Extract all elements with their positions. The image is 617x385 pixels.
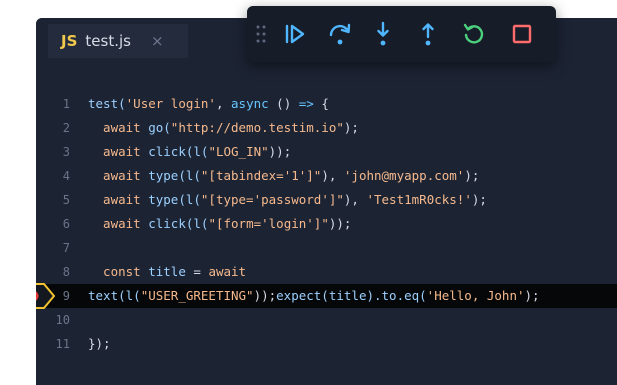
code-text: await click(l("[form='login']"));	[88, 212, 351, 236]
code-text: });	[88, 332, 111, 356]
code-token: await	[88, 168, 149, 183]
code-line[interactable]: 1 test('User login', async () => {	[36, 92, 617, 116]
line-number: 5	[62, 193, 70, 207]
code-token: title	[148, 264, 186, 279]
code-token: ),	[343, 192, 367, 207]
code-line-highlighted[interactable]: 9 text(l("USER_GREETING"));expect(title).…	[36, 283, 617, 309]
tab-filename: test.js	[85, 32, 131, 50]
code-token: =>	[298, 96, 314, 111]
code-token: await	[88, 144, 149, 159]
code-token: 'User login'	[125, 96, 216, 111]
code-token: "LOG_IN"	[208, 144, 269, 159]
js-file-icon: JS	[61, 32, 78, 50]
code-text: await go("http://demo.testim.io");	[88, 116, 359, 140]
drag-handle-icon[interactable]	[255, 23, 267, 45]
code-token: click(l(	[148, 144, 209, 159]
code-token: 'Test1mR0cks!'	[366, 192, 472, 207]
code-token: text(l(	[88, 288, 141, 303]
code-token: );	[471, 192, 487, 207]
code-token: "http://demo.testim.io"	[170, 120, 344, 135]
code-line[interactable]: 4 await type(l("[tabindex='1']"), 'john@…	[36, 164, 617, 188]
line-number: 9	[62, 289, 70, 303]
code-token: "[type='password']"	[200, 192, 344, 207]
line-number: 4	[62, 169, 70, 183]
code-token: 'Hello, John'	[426, 288, 525, 303]
code-token: "[form='login']"	[208, 216, 329, 231]
code-editor: JS test.js × 1 test('User login', async (…	[36, 18, 617, 385]
code-text: text(l("USER_GREETING"));expect(title).t…	[88, 284, 540, 308]
step-out-icon[interactable]	[414, 20, 442, 48]
code-line[interactable]: 10	[36, 308, 617, 332]
code-token: {	[313, 96, 329, 111]
code-token: await	[208, 264, 247, 279]
line-number: 7	[62, 241, 70, 255]
code-token: );	[524, 288, 540, 303]
line-number: 6	[62, 217, 70, 231]
code-token: go(	[148, 120, 171, 135]
code-token: );	[343, 120, 359, 135]
code-text: await type(l("[tabindex='1']"), 'john@my…	[88, 164, 479, 188]
step-into-icon[interactable]	[369, 20, 397, 48]
code-token: });	[88, 336, 111, 351]
code-token: 'john@myapp.com'	[343, 168, 465, 183]
code-line[interactable]: 8 const title = await	[36, 260, 617, 284]
line-number: 10	[55, 313, 70, 327]
code-token: async	[231, 96, 269, 111]
code-token: click(l(	[148, 216, 209, 231]
code-token: type(l(	[148, 192, 201, 207]
code-token: ,	[215, 96, 232, 111]
code-token: await	[88, 216, 149, 231]
code-token: const	[88, 264, 149, 279]
code-token: test(	[88, 96, 126, 111]
line-number: 3	[62, 145, 70, 159]
code-token: await	[88, 120, 149, 135]
code-token: =	[185, 264, 209, 279]
code-line[interactable]: 11});	[36, 332, 617, 356]
code-line[interactable]: 2 await go("http://demo.testim.io");	[36, 116, 617, 140]
code-line[interactable]: 3 await click(l("LOG_IN"));	[36, 140, 617, 164]
code-token: type(l(	[148, 168, 201, 183]
code-token: await	[88, 192, 149, 207]
code-text: test('User login', async () => {	[88, 92, 329, 116]
code-text: await type(l("[type='password']"), 'Test…	[88, 188, 487, 212]
code-token: ));	[253, 288, 277, 303]
code-line[interactable]: 5 await type(l("[type='password']"), 'Te…	[36, 188, 617, 212]
step-over-icon[interactable]	[326, 20, 354, 48]
close-icon[interactable]: ×	[151, 32, 164, 50]
file-tab[interactable]: JS test.js ×	[48, 24, 188, 58]
code-token: );	[464, 168, 480, 183]
code-token: "[tabindex='1']"	[200, 168, 322, 183]
code-token: ));	[328, 216, 352, 231]
code-token: "USER_GREETING"	[140, 288, 254, 303]
code-token: ));	[268, 144, 292, 159]
line-number: 8	[62, 265, 70, 279]
line-number: 11	[55, 337, 70, 351]
stop-icon[interactable]	[508, 20, 536, 48]
line-number: 2	[62, 121, 70, 135]
restart-icon[interactable]	[460, 20, 488, 48]
code-token: ),	[321, 168, 344, 183]
code-token: ()	[268, 96, 299, 111]
continue-icon[interactable]	[281, 20, 309, 48]
code-line[interactable]: 6 await click(l("[form='login']"));	[36, 212, 617, 236]
debug-toolbar	[247, 6, 556, 62]
code-text: await click(l("LOG_IN"));	[88, 140, 291, 164]
line-number: 1	[62, 97, 70, 111]
code-line[interactable]: 7	[36, 236, 617, 260]
code-token: expect(title).to.eq(	[276, 288, 427, 303]
code-text: const title = await	[88, 260, 246, 284]
